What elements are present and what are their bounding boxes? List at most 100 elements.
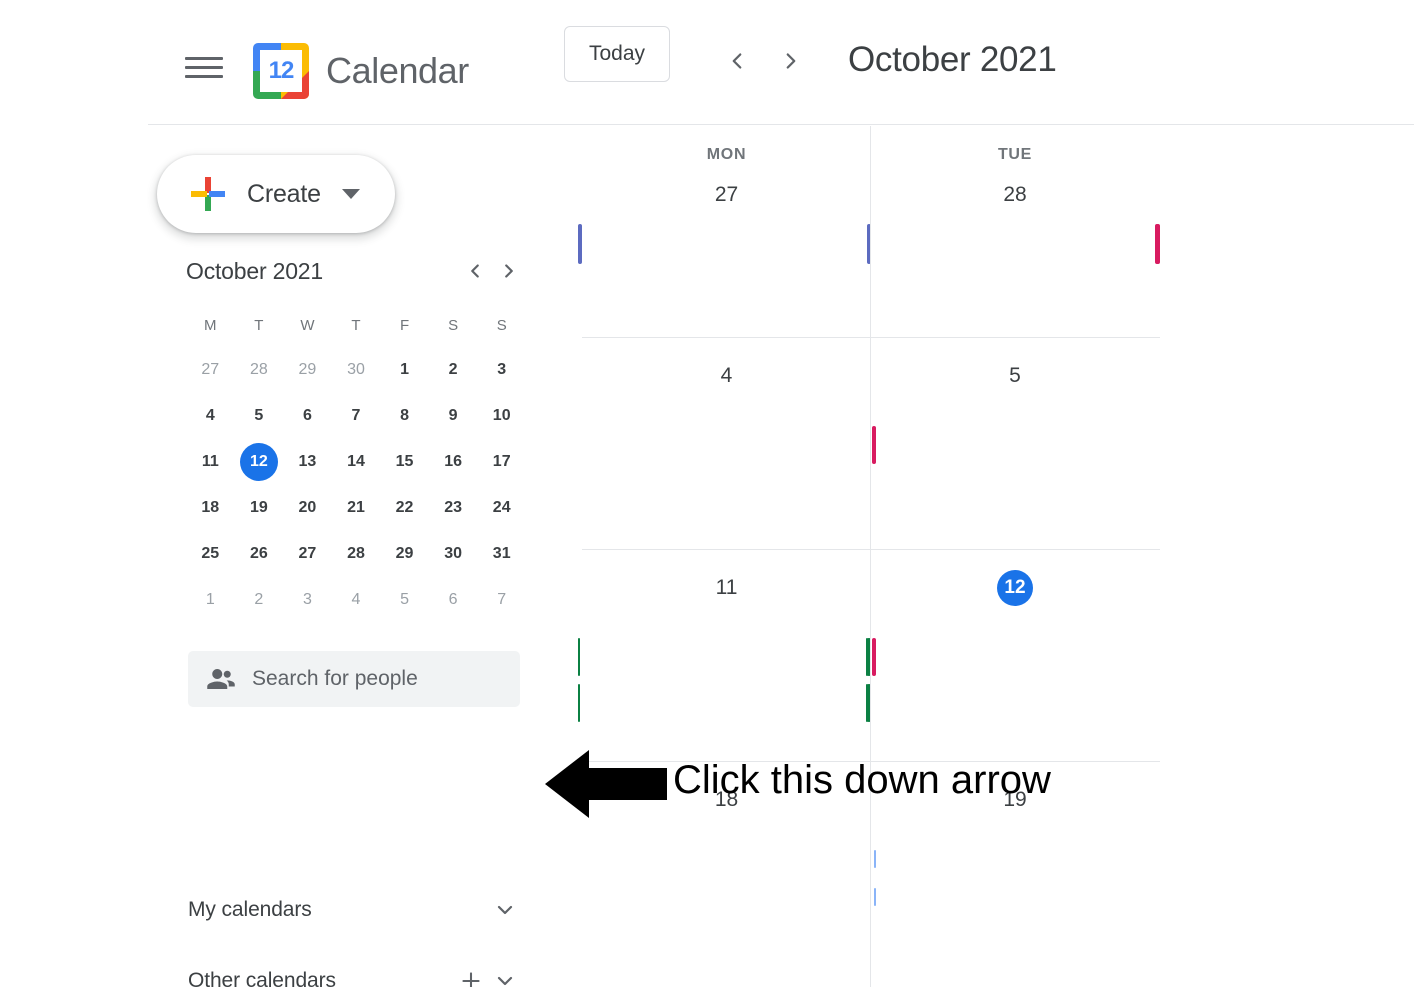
mini-calendar-day-number: 17 bbox=[492, 453, 511, 470]
day-cell-5[interactable]: 5 bbox=[871, 358, 1159, 394]
event-chip[interactable] bbox=[578, 684, 580, 722]
mini-calendar-day-number: 27 bbox=[201, 361, 220, 378]
mini-calendar-day-25[interactable]: 25 bbox=[186, 531, 235, 577]
mini-calendar-day-number: 3 bbox=[302, 591, 312, 608]
mini-calendar-day-28[interactable]: 28 bbox=[235, 347, 284, 393]
day-number: 27 bbox=[714, 183, 739, 206]
chevron-right-icon[interactable] bbox=[774, 44, 808, 78]
mini-calendar-next-icon[interactable] bbox=[492, 254, 526, 288]
mini-calendar-day-23[interactable]: 23 bbox=[429, 485, 478, 531]
mini-calendar-weekday-6: S bbox=[496, 316, 507, 334]
overflow-event-chips-right bbox=[1155, 126, 1161, 987]
mini-calendar-day-3[interactable]: 3 bbox=[283, 577, 332, 623]
event-chip[interactable] bbox=[874, 850, 876, 868]
event-chip[interactable] bbox=[1155, 224, 1159, 264]
mini-calendar-day-11[interactable]: 11 bbox=[186, 439, 235, 485]
day-number: 5 bbox=[1009, 364, 1021, 387]
other-calendars-add-plus-icon[interactable] bbox=[454, 964, 488, 987]
my-calendars-chevron-down-icon[interactable] bbox=[488, 893, 522, 927]
event-chip[interactable] bbox=[578, 638, 580, 676]
mini-calendar-day-1[interactable]: 1 bbox=[186, 577, 235, 623]
mini-calendar-day-20[interactable]: 20 bbox=[283, 485, 332, 531]
mini-calendar-day-number: 11 bbox=[201, 453, 219, 470]
mini-calendar-day-24[interactable]: 24 bbox=[477, 485, 526, 531]
event-chip[interactable] bbox=[874, 888, 876, 906]
mini-calendar-day-27[interactable]: 27 bbox=[283, 531, 332, 577]
mini-calendar-day-6[interactable]: 6 bbox=[283, 393, 332, 439]
mini-calendar-day-10[interactable]: 10 bbox=[477, 393, 526, 439]
mini-calendar-day-29[interactable]: 29 bbox=[283, 347, 332, 393]
mini-calendar-day-4[interactable]: 4 bbox=[332, 577, 381, 623]
day-cell-4[interactable]: 4 bbox=[582, 358, 871, 394]
mini-calendar-day-29[interactable]: 29 bbox=[380, 531, 429, 577]
mini-calendar-day-30[interactable]: 30 bbox=[429, 531, 478, 577]
mini-calendar-day-number: 23 bbox=[444, 499, 463, 516]
mini-calendar-day-number: 31 bbox=[492, 545, 511, 562]
mini-calendar-day-number: 1 bbox=[400, 361, 410, 378]
event-chip[interactable] bbox=[578, 224, 582, 264]
mini-calendar-day-30[interactable]: 30 bbox=[332, 347, 381, 393]
mini-calendar-day-2[interactable]: 2 bbox=[429, 347, 478, 393]
mini-calendar-day-17[interactable]: 17 bbox=[477, 439, 526, 485]
mini-calendar-day-number: 6 bbox=[302, 407, 312, 424]
chevron-left-icon[interactable] bbox=[720, 44, 754, 78]
plus-stroke-blue bbox=[209, 191, 225, 197]
day-column-tue: TUE 28 5 12 19 bbox=[866, 126, 1160, 987]
search-for-people-placeholder: Search for people bbox=[252, 667, 418, 690]
mini-calendar-prev-icon[interactable] bbox=[458, 254, 492, 288]
mini-calendar-day-number: 27 bbox=[298, 545, 317, 562]
mini-calendar-day-2[interactable]: 2 bbox=[235, 577, 284, 623]
caret-down-icon[interactable] bbox=[341, 189, 360, 199]
mini-calendar-day-7[interactable]: 7 bbox=[477, 577, 526, 623]
day-number: 18 bbox=[714, 788, 739, 811]
mini-calendar-day-6[interactable]: 6 bbox=[429, 577, 478, 623]
day-cell-11[interactable]: 11 bbox=[582, 570, 871, 606]
mini-calendar-day-number: 7 bbox=[351, 407, 361, 424]
mini-calendar-day-7[interactable]: 7 bbox=[332, 393, 381, 439]
mini-calendar-day-1[interactable]: 1 bbox=[380, 347, 429, 393]
mini-calendar-day-22[interactable]: 22 bbox=[380, 485, 429, 531]
day-cell-18[interactable]: 18 bbox=[582, 782, 871, 818]
other-calendars-section-header[interactable]: Other calendars bbox=[188, 959, 522, 987]
mini-calendar-day-18[interactable]: 18 bbox=[186, 485, 235, 531]
event-chip[interactable] bbox=[866, 638, 868, 676]
mini-calendar-day-9[interactable]: 9 bbox=[429, 393, 478, 439]
mini-calendar-day-number: 22 bbox=[395, 499, 414, 516]
other-calendars-chevron-down-icon[interactable] bbox=[488, 964, 522, 987]
page-title: October 2021 bbox=[848, 40, 1057, 79]
mini-calendar-day-number: 6 bbox=[448, 591, 458, 608]
mini-calendar-day-5[interactable]: 5 bbox=[235, 393, 284, 439]
my-calendars-section-header[interactable]: My calendars bbox=[188, 888, 522, 932]
day-cell-19[interactable]: 19 bbox=[871, 782, 1159, 818]
event-chip[interactable] bbox=[872, 638, 876, 676]
column-weekday-label: TUE bbox=[997, 146, 1033, 163]
mini-calendar-day-27[interactable]: 27 bbox=[186, 347, 235, 393]
mini-calendar-day-5[interactable]: 5 bbox=[380, 577, 429, 623]
mini-calendar-day-12[interactable]: 12 bbox=[235, 439, 284, 485]
brand-logo-and-title[interactable]: 12 Calendar bbox=[253, 43, 469, 99]
mini-calendar-day-number: 28 bbox=[347, 545, 365, 562]
day-cell-28[interactable]: 28 bbox=[871, 177, 1159, 213]
create-button[interactable]: Create bbox=[157, 155, 395, 233]
mini-calendar-day-19[interactable]: 19 bbox=[235, 485, 284, 531]
day-cell-27[interactable]: 27 bbox=[582, 177, 871, 213]
mini-calendar-day-21[interactable]: 21 bbox=[332, 485, 381, 531]
mini-calendar-day-13[interactable]: 13 bbox=[283, 439, 332, 485]
mini-calendar-day-15[interactable]: 15 bbox=[380, 439, 429, 485]
search-for-people-input[interactable]: Search for people bbox=[188, 651, 520, 707]
google-calendar-screen: 12 Calendar Today October 2021 Create Oc… bbox=[0, 0, 1414, 987]
event-chip[interactable] bbox=[872, 426, 876, 464]
today-button[interactable]: Today bbox=[564, 26, 671, 82]
mini-calendar-day-8[interactable]: 8 bbox=[380, 393, 429, 439]
people-icon bbox=[206, 664, 236, 694]
mini-calendar-day-14[interactable]: 14 bbox=[332, 439, 381, 485]
mini-calendar-day-31[interactable]: 31 bbox=[477, 531, 526, 577]
mini-calendar-day-26[interactable]: 26 bbox=[235, 531, 284, 577]
event-chip[interactable] bbox=[866, 684, 868, 722]
day-cell-12-today[interactable]: 12 bbox=[871, 570, 1159, 606]
mini-calendar-day-16[interactable]: 16 bbox=[429, 439, 478, 485]
mini-calendar-day-3[interactable]: 3 bbox=[477, 347, 526, 393]
hamburger-menu-icon[interactable] bbox=[185, 52, 223, 82]
mini-calendar-day-4[interactable]: 4 bbox=[186, 393, 235, 439]
mini-calendar-day-28[interactable]: 28 bbox=[332, 531, 381, 577]
